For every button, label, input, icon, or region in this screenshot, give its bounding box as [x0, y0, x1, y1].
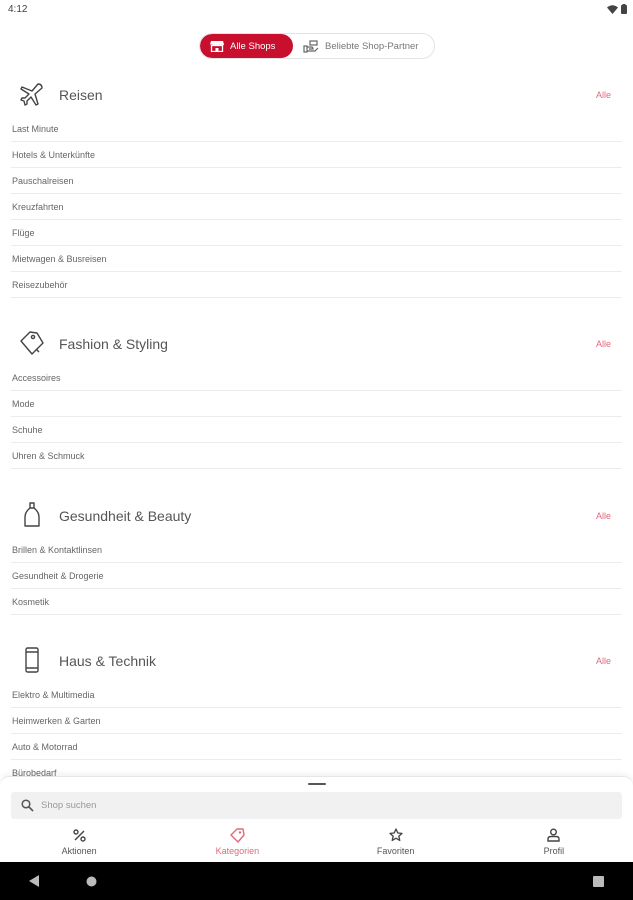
tab-label: Kategorien [215, 846, 260, 856]
bottle-icon [24, 502, 40, 527]
handshake-icon [303, 39, 319, 53]
percent-icon [72, 828, 86, 842]
section-header: Reisen Alle [0, 74, 633, 116]
smartphone-icon [25, 647, 39, 673]
category-item[interactable]: Gesundheit & Drogerie [11, 563, 622, 589]
all-shops-tab[interactable]: Alle Shops [200, 34, 293, 58]
category-section-reisen: Reisen Alle Last Minute Hotels & Unterkü… [0, 74, 633, 298]
popular-partners-label: Beliebte Shop-Partner [325, 40, 419, 52]
status-bar: 4:12 [0, 0, 633, 20]
category-item[interactable]: Last Minute [11, 116, 622, 142]
category-list: Reisen Alle Last Minute Hotels & Unterkü… [0, 70, 633, 776]
drag-handle[interactable] [308, 783, 326, 785]
category-item[interactable]: Accessoires [11, 365, 622, 391]
section-header: Gesundheit & Beauty Alle [0, 495, 633, 537]
category-item[interactable]: Pauschalreisen [11, 168, 622, 194]
section-header: Fashion & Styling Alle [0, 323, 633, 365]
system-navigation-bar [0, 862, 633, 900]
storefront-icon [210, 41, 224, 52]
section-title: Reisen [59, 87, 103, 103]
airplane-icon [20, 83, 43, 106]
category-item[interactable]: Auto & Motorrad [11, 734, 622, 760]
category-item[interactable]: Uhren & Schmuck [11, 443, 622, 469]
category-section-gesundheit: Gesundheit & Beauty Alle Brillen & Konta… [0, 495, 633, 615]
search-input[interactable] [41, 792, 601, 819]
show-all-link[interactable]: Alle [596, 511, 611, 521]
category-item[interactable]: Heimwerken & Garten [11, 708, 622, 734]
category-item[interactable]: Kosmetik [11, 589, 622, 615]
recent-apps-icon[interactable] [593, 876, 604, 887]
wifi-icon [607, 4, 618, 14]
popular-partners-tab[interactable]: Beliebte Shop-Partner [293, 34, 434, 58]
shop-filter-toggle: Alle Shops Beliebte Shop-Partner [199, 33, 435, 59]
category-item[interactable]: Schuhe [11, 417, 622, 443]
show-all-link[interactable]: Alle [596, 656, 611, 666]
category-item[interactable]: Mietwagen & Busreisen [11, 246, 622, 272]
category-item[interactable]: Brillen & Kontaktlinsen [11, 537, 622, 563]
tab-kategorien[interactable]: Kategorien [158, 825, 316, 861]
battery-icon [621, 4, 627, 14]
tab-profil[interactable]: Profil [475, 825, 633, 861]
tab-aktionen[interactable]: Aktionen [0, 825, 158, 861]
tab-label: Favoriten [376, 846, 415, 856]
status-icons [607, 4, 627, 14]
section-title: Fashion & Styling [59, 336, 168, 352]
all-shops-label: Alle Shops [230, 40, 276, 52]
category-item[interactable]: Kreuzfahrten [11, 194, 622, 220]
tag-icon [230, 827, 245, 843]
tab-label: Aktionen [61, 846, 97, 856]
tab-favoriten[interactable]: Favoriten [317, 825, 475, 861]
show-all-link[interactable]: Alle [596, 339, 611, 349]
category-item[interactable]: Elektro & Multimedia [11, 682, 622, 708]
star-icon [388, 828, 403, 842]
home-icon[interactable] [86, 876, 97, 887]
category-item[interactable]: Hotels & Unterkünfte [11, 142, 622, 168]
section-header: Haus & Technik Alle [0, 640, 633, 682]
category-item[interactable]: Reisezubehör [11, 272, 622, 298]
section-title: Haus & Technik [59, 653, 157, 669]
person-icon [547, 828, 561, 842]
bottom-sheet: Aktionen Kategorien Favoriten [0, 776, 633, 862]
bottom-tab-bar: Aktionen Kategorien Favoriten Profil [0, 825, 633, 861]
back-icon[interactable] [29, 875, 39, 887]
category-item[interactable]: Flüge [11, 220, 622, 246]
search-icon [21, 799, 34, 812]
search-bar [11, 792, 622, 819]
section-title: Gesundheit & Beauty [59, 508, 192, 524]
tab-label: Profil [543, 846, 565, 856]
category-section-haus-technik: Haus & Technik Alle Elektro & Multimedia… [0, 640, 633, 776]
price-tag-icon [20, 331, 44, 355]
category-item[interactable]: Bürobedarf [11, 760, 622, 776]
status-time: 4:12 [8, 4, 28, 15]
category-section-fashion: Fashion & Styling Alle Accessoires Mode … [0, 323, 633, 469]
show-all-link[interactable]: Alle [596, 90, 611, 100]
category-item[interactable]: Mode [11, 391, 622, 417]
